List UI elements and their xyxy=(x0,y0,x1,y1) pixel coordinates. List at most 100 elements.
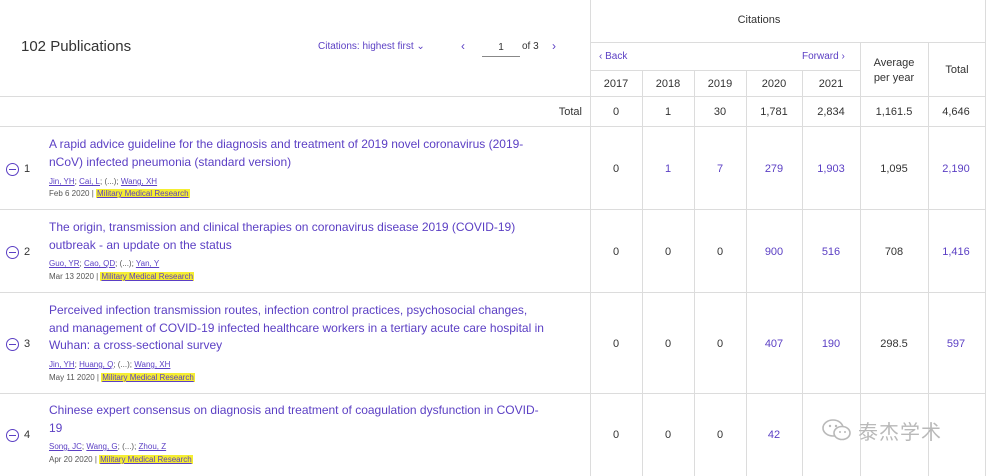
total-2020: 1,781 xyxy=(760,106,788,118)
cite-2020[interactable]: 407 xyxy=(744,338,804,350)
publication-meta: Mar 13 2020 | Military Medical Research xyxy=(49,272,195,281)
row3-divider xyxy=(0,393,985,394)
forward-label: Forward xyxy=(802,51,839,62)
author-ellipsis: (...) xyxy=(119,259,132,268)
citations-heading: Citations xyxy=(737,14,781,26)
author-link[interactable]: Zhou, Z xyxy=(139,442,167,451)
cite-total[interactable]: 2,190 xyxy=(926,163,986,175)
cite-2017: 0 xyxy=(612,429,620,441)
collapse-icon[interactable] xyxy=(6,246,19,259)
cite-2020[interactable]: 279 xyxy=(744,163,804,175)
publication-title[interactable]: The origin, transmission and clinical th… xyxy=(49,219,579,254)
total-2019: 30 xyxy=(713,106,727,118)
year-header-2019: 2019 xyxy=(707,78,733,90)
cite-2018[interactable]: 1 xyxy=(638,163,698,175)
cite-2017: 0 xyxy=(612,163,620,175)
author-ellipsis: (...) xyxy=(104,177,117,186)
forward-button[interactable]: Forward › xyxy=(802,51,845,62)
chevron-left-icon: ‹ xyxy=(599,51,603,62)
cite-2020[interactable]: 900 xyxy=(744,246,804,258)
years-divider xyxy=(590,70,860,71)
collapse-icon[interactable] xyxy=(6,338,19,351)
year-header-2021: 2021 xyxy=(818,78,844,90)
back-button[interactable]: ‹ Back xyxy=(599,51,627,62)
author-link[interactable]: Cai, L xyxy=(79,177,100,186)
cite-2020[interactable]: 42 xyxy=(744,429,804,441)
cite-2021[interactable]: 1,903 xyxy=(801,163,861,175)
wechat-icon xyxy=(822,419,851,441)
journal-link[interactable]: Military Medical Research xyxy=(100,272,195,281)
publication-title-line: and management of COVID-19 infected heal… xyxy=(49,320,544,335)
col-divider-right xyxy=(985,0,986,476)
cite-average: 1,095 xyxy=(880,163,908,175)
journal-link[interactable]: Military Medical Research xyxy=(101,373,195,382)
author-link[interactable]: Yan, Y xyxy=(136,259,159,268)
author-ellipsis: (...) xyxy=(117,360,130,369)
author-link[interactable]: Jin, YH xyxy=(49,177,75,186)
cite-2021[interactable]: 516 xyxy=(801,246,861,258)
author-link[interactable]: Guo, YR xyxy=(49,259,80,268)
year-header-2017: 2017 xyxy=(603,78,629,90)
publication-count: 102 Publications xyxy=(21,38,132,55)
cite-average: 708 xyxy=(884,246,904,258)
publication-title-line: nCoV) infected pneumonia (standard versi… xyxy=(49,154,292,169)
header-top-divider xyxy=(590,42,985,43)
author-link[interactable]: Wang, XH xyxy=(121,177,157,186)
page-number-input[interactable] xyxy=(482,39,520,57)
back-label: Back xyxy=(605,51,628,62)
collapse-icon[interactable] xyxy=(6,429,19,442)
cite-total[interactable]: 597 xyxy=(926,338,986,350)
publication-meta: Feb 6 2020 | Military Medical Research xyxy=(49,189,190,198)
author-link[interactable]: Wang, G xyxy=(86,442,117,451)
row-number: 1 xyxy=(24,163,31,175)
publication-title[interactable]: A rapid advice guideline for the diagnos… xyxy=(49,136,579,171)
average-header-line2: per year xyxy=(873,72,915,84)
header-bottom-divider xyxy=(0,96,985,97)
row-number: 4 xyxy=(24,429,31,441)
author-list: Jin, YH; Cai, L; (...); Wang, XH xyxy=(49,177,158,186)
cite-2021[interactable]: 190 xyxy=(801,338,861,350)
chevron-right-icon: › xyxy=(841,51,845,62)
publication-title[interactable]: Perceived infection transmission routes,… xyxy=(49,302,579,355)
chevron-right-icon[interactable]: › xyxy=(552,39,556,53)
cite-2019: 0 xyxy=(716,338,724,350)
publication-meta: Apr 20 2020 | Military Medical Research xyxy=(49,455,193,464)
author-ellipsis: (...) xyxy=(122,442,135,451)
publication-title-line: Perceived infection transmission routes,… xyxy=(49,303,528,317)
collapse-icon[interactable] xyxy=(6,163,19,176)
chevron-left-icon[interactable]: ‹ xyxy=(461,39,465,53)
total-2017: 0 xyxy=(612,106,620,118)
journal-link[interactable]: Military Medical Research xyxy=(96,189,190,198)
col-divider xyxy=(802,70,803,476)
cite-2019: 0 xyxy=(716,429,724,441)
publication-date: Feb 6 2020 xyxy=(49,189,90,198)
cite-2018: 0 xyxy=(664,246,672,258)
author-link[interactable]: Huang, Q xyxy=(79,360,113,369)
col-divider xyxy=(642,70,643,476)
sort-dropdown[interactable]: Citations: highest first ⌄ xyxy=(318,41,425,52)
publication-date: Mar 13 2020 xyxy=(49,272,94,281)
total-2021: 2,834 xyxy=(817,106,845,118)
publication-title-line: outbreak - an update on the status xyxy=(49,237,232,252)
page-count: of 3 xyxy=(522,41,539,52)
publication-title-line: The origin, transmission and clinical th… xyxy=(49,220,516,234)
publication-title-line: Wuhan: a cross-sectional survey xyxy=(49,338,223,352)
publication-title[interactable]: Chinese expert consensus on diagnosis an… xyxy=(49,402,579,437)
author-link[interactable]: Wang, XH xyxy=(134,360,170,369)
cite-2019[interactable]: 7 xyxy=(690,163,750,175)
row-number: 3 xyxy=(24,338,31,350)
average-per-year-header: Average per year xyxy=(861,56,927,86)
totals-label: Total xyxy=(558,106,582,118)
watermark-text: 泰杰学术 xyxy=(858,422,942,444)
row-number: 2 xyxy=(24,246,31,258)
author-link[interactable]: Jin, YH xyxy=(49,360,75,369)
author-link[interactable]: Song, JC xyxy=(49,442,82,451)
total-average: 1,161.5 xyxy=(875,106,913,118)
cite-total[interactable]: 1,416 xyxy=(926,246,986,258)
year-header-2018: 2018 xyxy=(655,78,681,90)
author-link[interactable]: Cao, QD xyxy=(84,259,115,268)
chevron-down-icon: ⌄ xyxy=(416,41,425,52)
col-divider xyxy=(746,70,747,476)
journal-link[interactable]: Military Medical Research xyxy=(99,455,193,464)
year-header-2020: 2020 xyxy=(761,78,787,90)
